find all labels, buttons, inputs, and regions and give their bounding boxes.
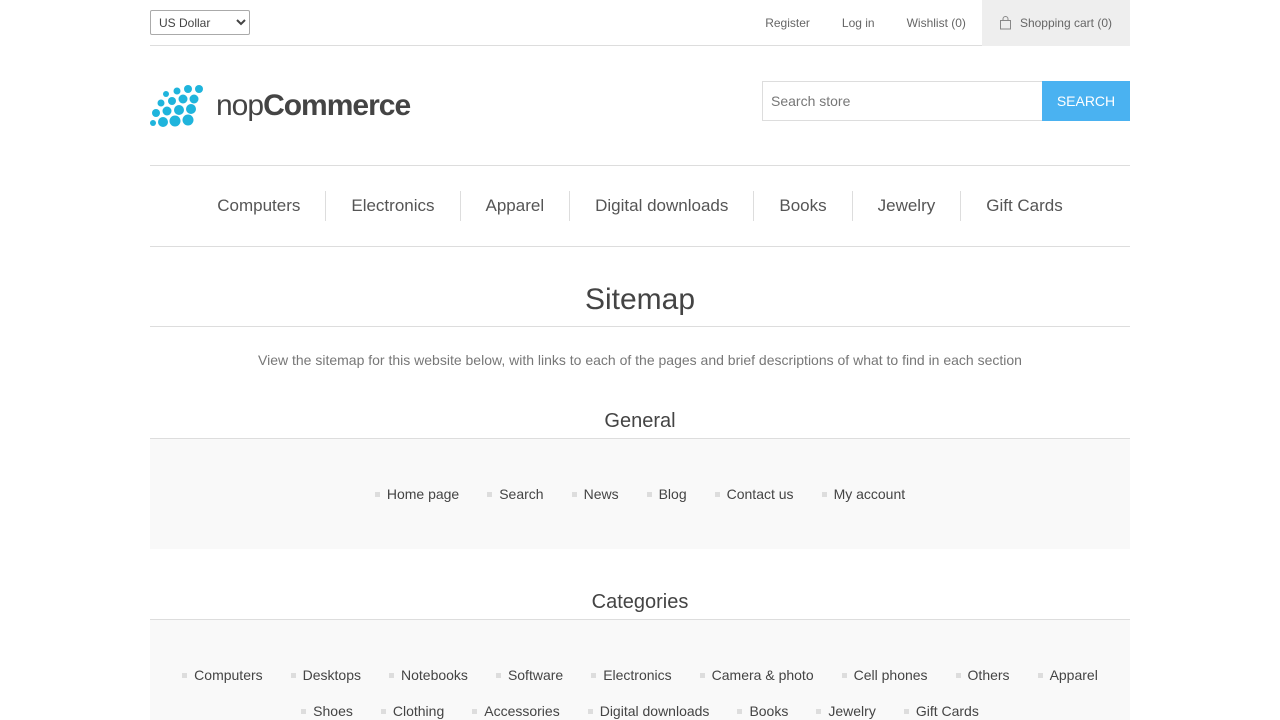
list-item[interactable]: My account [821,486,906,502]
register-link[interactable]: Register [765,16,810,30]
link-label: Books [749,703,789,719]
bullet-icon [472,708,478,714]
menu-item-digital-downloads[interactable]: Digital downloads [569,191,753,221]
bullet-icon [290,672,296,678]
link-label: Camera & photo [711,667,814,683]
link-label: Software [507,667,564,683]
list-item[interactable]: Gift Cards [903,703,979,719]
bullet-icon [182,672,188,678]
link-label: Apparel [1049,667,1098,683]
link-label: Electronics [603,667,672,683]
page-title-bar: Sitemap [150,247,1130,327]
list-item[interactable]: Home page [374,486,460,502]
header-links: Register Log in Wishlist (0) Shopping ca… [765,0,1130,46]
logo-text: nopCommerce [216,88,411,123]
link-label: Shoes [313,703,353,719]
bullet-icon [646,491,652,497]
list-item[interactable]: Apparel [1037,667,1098,683]
link-label: Blog [658,486,687,502]
bullet-icon [816,708,822,714]
link-label: Jewelry [828,703,876,719]
bullet-icon [495,672,501,678]
list-item[interactable]: Shoes [301,703,353,719]
link-label: Home page [386,486,460,502]
list-item[interactable]: Cell phones [841,667,928,683]
bullet-icon [841,672,847,678]
link-label: Search [499,486,544,502]
page-description: View the sitemap for this website below,… [258,352,1022,368]
bullet-icon [301,708,307,714]
category-links: Computers Desktops Notebooks Software El… [150,620,1130,720]
bullet-icon [487,491,493,497]
menu-item-apparel[interactable]: Apparel [459,191,570,221]
list-item[interactable]: Computers [182,667,263,683]
categories-section-title: Categories [150,577,1130,620]
bullet-icon [903,708,909,714]
login-link[interactable]: Log in [842,16,875,30]
list-item[interactable]: Accessories [472,703,560,719]
top-menu: Computers Electronics Apparel Digital do… [150,166,1130,247]
list-item[interactable]: Camera & photo [699,667,814,683]
list-item[interactable]: Contact us [714,486,794,502]
logo-dots-icon [150,84,203,127]
link-label: Notebooks [401,667,468,683]
bullet-icon [591,672,597,678]
bullet-icon [699,672,705,678]
link-label: Others [967,667,1010,683]
header-lower: nopCommerce SEARCH [150,46,1130,166]
bullet-icon [380,708,386,714]
bullet-icon [1037,672,1043,678]
list-item[interactable]: Notebooks [389,667,468,683]
shopping-cart-link[interactable]: Shopping cart (0) [981,0,1130,46]
general-links: Home page Search News Blog Contact us My… [150,439,1130,549]
list-item[interactable]: Search [487,486,544,502]
bullet-icon [587,708,593,714]
list-item[interactable]: Jewelry [816,703,876,719]
list-item[interactable]: Books [737,703,788,719]
bullet-icon [714,491,720,497]
shopping-bag-icon [999,15,1011,29]
logo-text-light: nop [216,88,264,122]
general-section-title: General [150,396,1130,439]
list-item[interactable]: Blog [646,486,687,502]
bullet-icon [737,708,743,714]
list-item[interactable]: Digital downloads [587,703,710,719]
link-label: News [583,486,619,502]
store-logo[interactable]: nopCommerce [150,84,411,128]
list-item[interactable]: News [571,486,619,502]
link-label: My account [833,486,906,502]
menu-item-jewelry[interactable]: Jewelry [851,191,961,221]
bullet-icon [389,672,394,678]
page-title: Sitemap [584,283,696,316]
search-button[interactable]: SEARCH [1042,80,1130,121]
link-label: Desktops [302,667,361,683]
link-label: Clothing [392,703,445,719]
shopping-cart-label: Shopping cart (0) [1019,15,1112,30]
link-label: Gift Cards [915,703,979,719]
bullet-icon [571,491,577,497]
list-item[interactable]: Others [955,667,1010,683]
search-input[interactable] [762,80,1042,121]
header-top: US Dollar Register Log in Wishlist (0) S… [150,0,1130,46]
menu-item-computers[interactable]: Computers [192,191,325,221]
bullet-icon [374,491,380,497]
list-item[interactable]: Software [495,667,564,683]
list-item[interactable]: Electronics [591,667,672,683]
wishlist-link[interactable]: Wishlist (0) [907,16,966,30]
list-item[interactable]: Desktops [290,667,361,683]
menu-item-gift-cards[interactable]: Gift Cards [960,191,1088,221]
link-label: Contact us [726,486,794,502]
link-label: Cell phones [853,667,928,683]
link-label: Digital downloads [599,703,710,719]
currency-selector[interactable]: US Dollar [150,10,250,35]
menu-item-books[interactable]: Books [753,191,851,221]
menu-item-electronics[interactable]: Electronics [325,191,459,221]
bullet-icon [821,491,827,497]
link-label: Accessories [484,703,560,719]
logo-text-bold: Commerce [263,88,411,122]
list-item[interactable]: Clothing [380,703,445,719]
bullet-icon [955,672,961,678]
link-label: Computers [194,667,263,683]
search-box: SEARCH [762,80,1130,121]
